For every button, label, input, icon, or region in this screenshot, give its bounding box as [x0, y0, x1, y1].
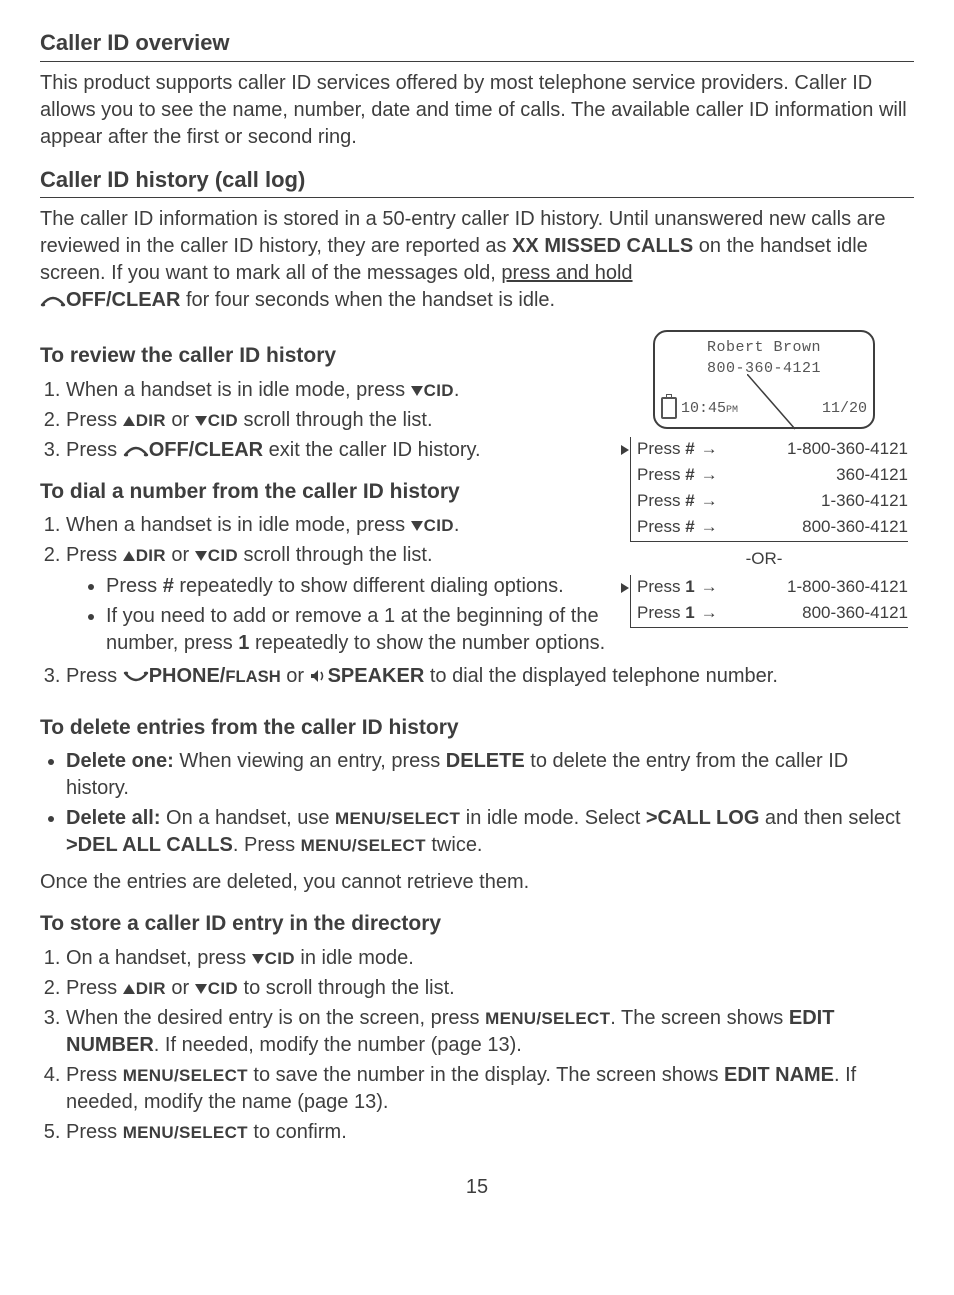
lcd-screen: Robert Brown 800-360-4121 10:45PM 11/20 — [653, 330, 875, 429]
steps-store: On a handset, press CID in idle mode. Pr… — [40, 945, 914, 1146]
subhead-store: To store a caller ID entry in the direct… — [40, 910, 914, 938]
hook-off-icon — [40, 295, 66, 307]
hook-off-icon — [123, 445, 149, 457]
page-number: 15 — [40, 1174, 914, 1201]
list-item: Press DIR or CID to scroll through the l… — [66, 975, 914, 1002]
list-item: Delete all: On a handset, use MENU/SELEC… — [66, 805, 914, 859]
or-label: -OR- — [614, 548, 914, 571]
hash-dialing-cycle: Press #→1-800-360-4121 Press #→360-4121 … — [620, 437, 908, 542]
sidebar-dialing-example: Robert Brown 800-360-4121 10:45PM 11/20 … — [614, 330, 914, 627]
speaker-icon — [310, 669, 328, 683]
hook-on-icon — [123, 671, 149, 683]
list-item: Press MENU/SELECT to save the number in … — [66, 1062, 914, 1116]
lcd-time: 10:45PM — [681, 399, 738, 419]
para-delete-note: Once the entries are deleted, you cannot… — [40, 869, 914, 896]
heading-caller-id-overview: Caller ID overview — [40, 28, 914, 62]
list-delete: Delete one: When viewing an entry, press… — [40, 748, 914, 859]
list-item: On a handset, press CID in idle mode. — [66, 945, 914, 972]
para-overview: This product supports caller ID services… — [40, 70, 914, 151]
list-item: Press MENU/SELECT to confirm. — [66, 1119, 914, 1146]
para-history: The caller ID information is stored in a… — [40, 206, 914, 314]
battery-icon — [661, 397, 677, 419]
list-item: Delete one: When viewing an entry, press… — [66, 748, 914, 802]
lcd-date: 11/20 — [822, 399, 867, 419]
leader-line-icon — [747, 374, 807, 434]
heading-caller-id-history: Caller ID history (call log) — [40, 165, 914, 199]
subhead-delete: To delete entries from the caller ID his… — [40, 714, 914, 742]
one-dialing-cycle: Press 1→1-800-360-4121 Press 1→800-360-4… — [620, 575, 908, 628]
list-item: When the desired entry is on the screen,… — [66, 1005, 914, 1059]
list-item: Press PHONE/FLASH or SPEAKER to dial the… — [66, 663, 914, 690]
lcd-caller-name: Robert Brown — [661, 338, 867, 358]
